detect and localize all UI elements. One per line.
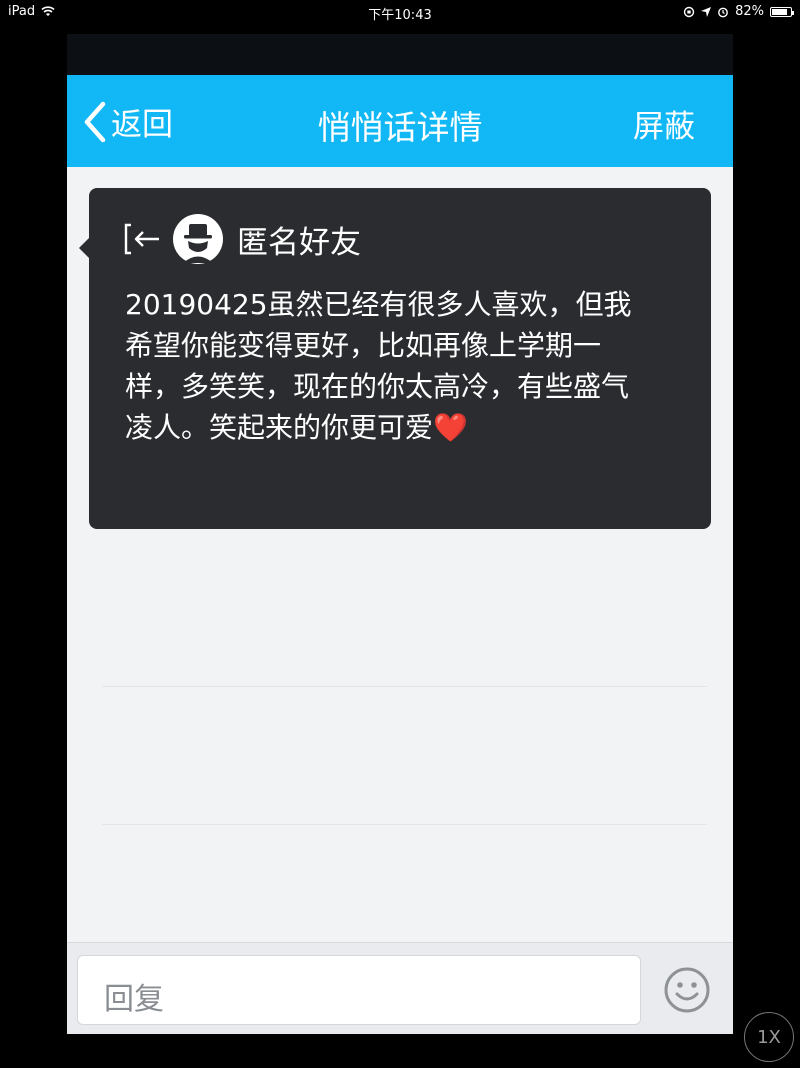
reply-bar: 回复 (67, 942, 733, 1034)
app-status-bar (67, 34, 733, 75)
navbar: 返回 悄悄话详情 屏蔽 (67, 75, 733, 167)
divider (102, 686, 707, 687)
sender-name: 匿名好友 (237, 224, 361, 261)
divider (102, 824, 707, 825)
ipad-status-bar: iPad 下午10:43 82% (0, 0, 800, 24)
battery-icon (770, 6, 794, 17)
message-body: 20190425虽然已经有很多人喜欢，但我希望你能变得更好，比如再像上学期一样，… (125, 288, 632, 444)
exit-icon (124, 223, 159, 255)
status-right: 82% (683, 4, 794, 19)
anonymous-avatar-icon (173, 214, 223, 264)
location-icon (701, 6, 712, 17)
reply-input[interactable]: 回复 (77, 955, 641, 1025)
message-header: 匿名好友 (123, 214, 361, 264)
heart-emoji: ❤️ (433, 411, 468, 444)
battery-percent: 82% (735, 4, 764, 19)
speed-toggle-button[interactable]: 1X (744, 1012, 794, 1062)
orientation-lock-icon (683, 6, 695, 17)
message-text: 20190425虽然已经有很多人喜欢，但我希望你能变得更好，比如再像上学期一样，… (125, 284, 655, 448)
status-time: 下午10:43 (368, 8, 432, 23)
emoji-icon[interactable] (662, 965, 712, 1015)
alarm-icon (718, 7, 728, 17)
battery-level (772, 8, 787, 15)
block-button[interactable]: 屏蔽 (633, 101, 695, 146)
message-card: 匿名好友 20190425虽然已经有很多人喜欢，但我希望你能变得更好，比如再像上… (79, 188, 711, 529)
app-screen: 返回 悄悄话详情 屏蔽 匿名好友 20190425虽然已经有很多人喜欢，但我希望… (67, 34, 733, 1034)
